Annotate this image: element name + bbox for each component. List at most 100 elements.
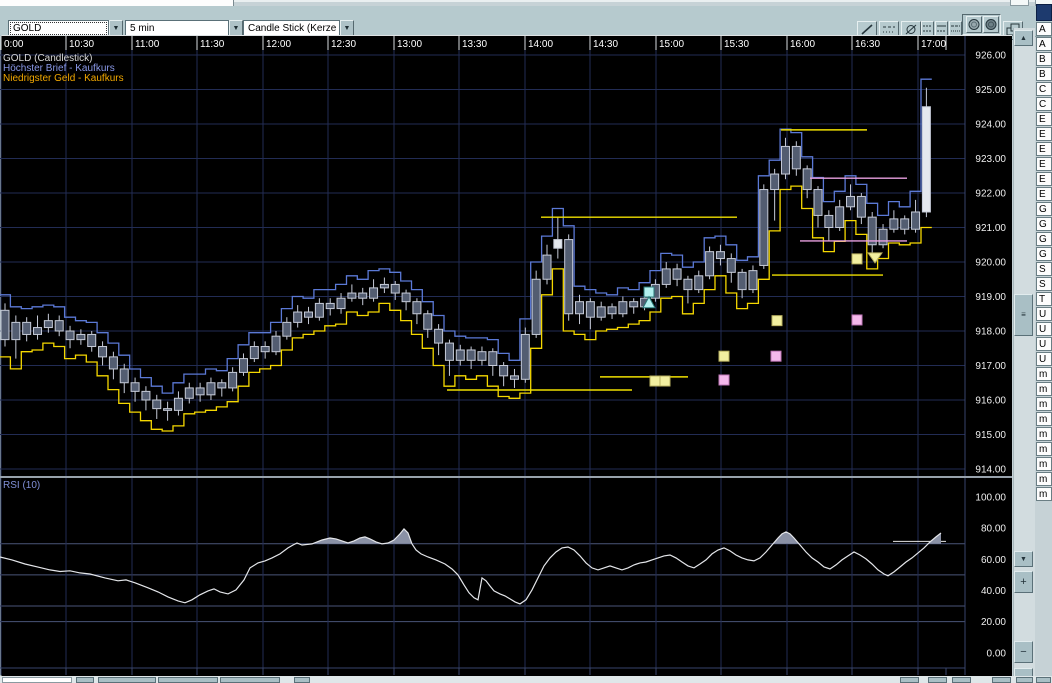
candlestick[interactable]: [207, 383, 215, 395]
instrument-list-item[interactable]: m: [1036, 382, 1052, 396]
candlestick[interactable]: [825, 215, 833, 227]
instrument-list-item[interactable]: m: [1036, 412, 1052, 426]
candlestick[interactable]: [706, 252, 714, 276]
candlestick[interactable]: [229, 372, 237, 388]
hscroll-button[interactable]: [952, 677, 971, 683]
instrument-list-item[interactable]: m: [1036, 442, 1052, 456]
candlestick[interactable]: [445, 343, 453, 360]
candlestick[interactable]: [250, 347, 258, 359]
candlestick[interactable]: [467, 350, 475, 360]
candlestick[interactable]: [586, 302, 594, 318]
candlestick[interactable]: [239, 359, 247, 373]
hscroll-button[interactable]: [992, 677, 1011, 683]
hscroll-button[interactable]: [900, 677, 919, 683]
candlestick[interactable]: [12, 322, 20, 339]
candlestick[interactable]: [109, 357, 117, 369]
instrument-list-item[interactable]: U: [1036, 337, 1052, 351]
candlestick[interactable]: [294, 312, 302, 322]
candlestick[interactable]: [749, 271, 757, 290]
candlestick[interactable]: [836, 207, 844, 228]
candlestick[interactable]: [337, 298, 345, 308]
candlestick[interactable]: [66, 331, 74, 340]
instrument-list-item[interactable]: E: [1036, 157, 1052, 171]
candlestick[interactable]: [153, 400, 161, 409]
pink-square-marker[interactable]: [852, 315, 862, 325]
candlestick[interactable]: [88, 334, 96, 346]
candlestick[interactable]: [716, 252, 724, 259]
instrument-list-item[interactable]: m: [1036, 427, 1052, 441]
candlestick[interactable]: [456, 350, 464, 360]
candlestick[interactable]: [348, 293, 356, 298]
candlestick[interactable]: [391, 284, 399, 293]
instrument-list-item[interactable]: G: [1036, 217, 1052, 231]
candlestick[interactable]: [55, 321, 63, 331]
candlestick[interactable]: [771, 174, 779, 190]
yellow-square-marker[interactable]: [650, 376, 660, 386]
candlestick[interactable]: [131, 383, 139, 392]
candlestick[interactable]: [738, 272, 746, 289]
candlestick[interactable]: [34, 328, 42, 335]
pink-square-marker[interactable]: [771, 351, 781, 361]
hscroll-button[interactable]: [220, 677, 280, 683]
yellow-square-marker[interactable]: [772, 316, 782, 326]
candlestick[interactable]: [261, 347, 269, 352]
candlestick[interactable]: [489, 352, 497, 366]
candlestick[interactable]: [196, 388, 204, 395]
instrument-list-item[interactable]: A: [1036, 37, 1052, 51]
instrument-list-item[interactable]: C: [1036, 82, 1052, 96]
candlestick[interactable]: [619, 302, 627, 314]
candlestick[interactable]: [912, 212, 920, 229]
instrument-list-item[interactable]: U: [1036, 322, 1052, 336]
hscroll-button[interactable]: [76, 677, 94, 683]
instrument-list-item[interactable]: G: [1036, 232, 1052, 246]
instrument-list-item[interactable]: m: [1036, 472, 1052, 486]
candlestick[interactable]: [185, 388, 193, 398]
instrument-list-item[interactable]: m: [1036, 367, 1052, 381]
candlestick[interactable]: [554, 240, 562, 249]
candlestick[interactable]: [164, 409, 172, 411]
yellow-square-marker[interactable]: [719, 351, 729, 361]
candlestick[interactable]: [413, 302, 421, 314]
candlestick[interactable]: [44, 321, 52, 328]
hscroll-button[interactable]: [1036, 677, 1051, 683]
candlestick[interactable]: [77, 334, 85, 339]
pattern-circle-light-icon[interactable]: [966, 16, 982, 33]
instrument-list-item[interactable]: m: [1036, 457, 1052, 471]
instrument-list-item[interactable]: E: [1036, 142, 1052, 156]
candlestick[interactable]: [305, 312, 313, 317]
instrument-list-item[interactable]: G: [1036, 202, 1052, 216]
candlestick[interactable]: [781, 146, 789, 174]
zoom-in-button[interactable]: +: [1014, 571, 1033, 593]
candlestick[interactable]: [673, 269, 681, 279]
candlestick[interactable]: [1, 310, 9, 339]
candlestick[interactable]: [803, 169, 811, 190]
candlestick[interactable]: [760, 190, 768, 266]
scroll-up-button[interactable]: ▲: [1014, 30, 1033, 46]
candlestick[interactable]: [695, 276, 703, 290]
candlestick[interactable]: [424, 314, 432, 330]
candlestick[interactable]: [901, 219, 909, 229]
instrument-list-item[interactable]: S: [1036, 277, 1052, 291]
candlestick[interactable]: [857, 196, 865, 217]
instrument-list-item[interactable]: E: [1036, 127, 1052, 141]
chart-area[interactable]: 0:0010:3011:0011:3012:0012:3013:0013:301…: [0, 35, 1012, 676]
candlestick[interactable]: [662, 269, 670, 285]
candlestick[interactable]: [359, 293, 367, 298]
candlestick[interactable]: [521, 334, 529, 379]
pane-divider[interactable]: [0, 476, 1012, 478]
candlestick[interactable]: [435, 329, 443, 343]
candlestick[interactable]: [890, 219, 898, 229]
candlestick[interactable]: [576, 302, 584, 314]
chart-canvas[interactable]: 0:0010:3011:0011:3012:0012:3013:0013:301…: [0, 35, 1012, 676]
candlestick[interactable]: [174, 398, 182, 410]
instrument-list-item[interactable]: U: [1036, 352, 1052, 366]
candlestick[interactable]: [543, 255, 551, 279]
cyan-square-marker[interactable]: [644, 287, 654, 297]
candlestick[interactable]: [283, 322, 291, 336]
pattern-circle-dark-icon[interactable]: [983, 16, 999, 33]
instrument-list-item[interactable]: m: [1036, 397, 1052, 411]
candlestick[interactable]: [792, 146, 800, 168]
candlestick[interactable]: [847, 196, 855, 206]
hscroll-button[interactable]: [158, 677, 218, 683]
scroll-down-button[interactable]: ▼: [1014, 551, 1033, 567]
